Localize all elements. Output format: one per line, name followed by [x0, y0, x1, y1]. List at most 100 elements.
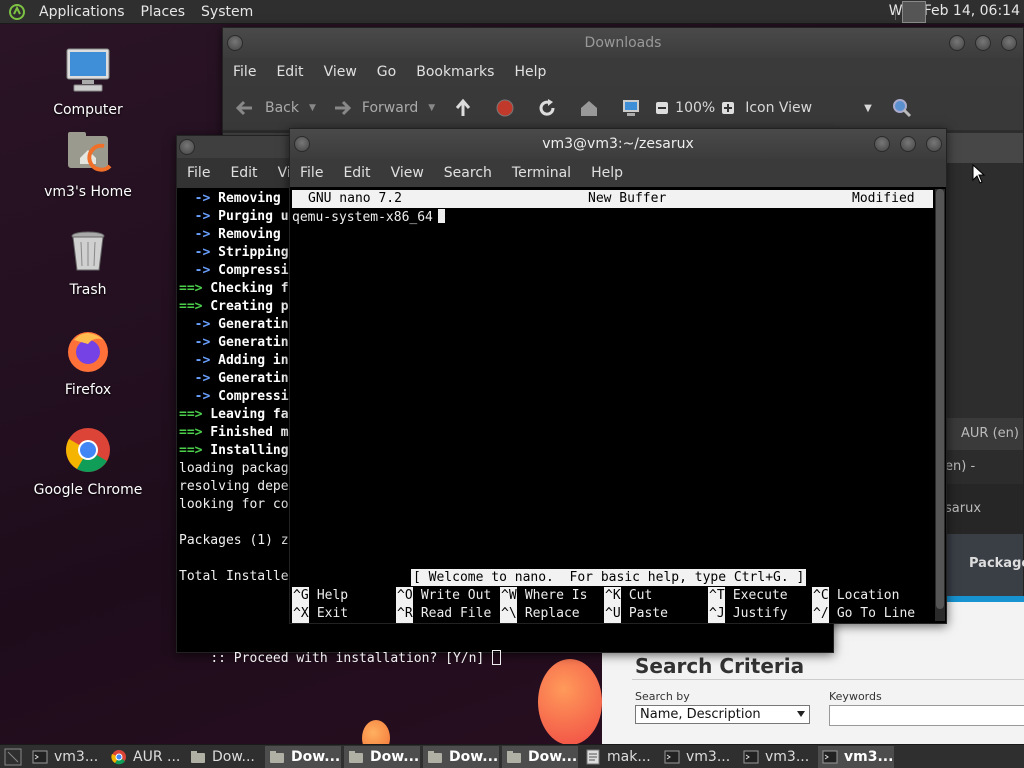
forward-button[interactable]: Forward ▼: [332, 98, 435, 118]
keywords-label: Keywords: [829, 690, 882, 703]
desktop-icon-computer[interactable]: Computer: [28, 46, 148, 118]
nano-editor-line[interactable]: qemu-system-x86_64: [292, 209, 445, 225]
downloads-titlebar[interactable]: Downloads: [223, 28, 1023, 58]
folder-icon: [191, 750, 205, 763]
search-by-select[interactable]: Name, Description: [635, 705, 810, 724]
chrome-icon: [111, 749, 126, 764]
shortcut-key: ^G: [292, 587, 309, 605]
computer-icon[interactable]: [621, 98, 641, 118]
desktop-icon-trash[interactable]: Trash: [28, 226, 148, 298]
taskbar-button-label: AUR ...: [133, 748, 181, 765]
close-button[interactable]: [1001, 35, 1017, 51]
terminal-line-text: Packages (1) z: [179, 533, 289, 548]
folder-icon: [428, 750, 442, 763]
workspace-handle-icon[interactable]: [4, 748, 22, 766]
terminal-line-prefix: ->: [179, 245, 211, 260]
taskbar-button[interactable]: Dow...: [502, 745, 578, 768]
search-by-label: Search by: [635, 690, 690, 703]
taskbar-button[interactable]: Dow...: [186, 746, 262, 768]
view-mode-select[interactable]: Icon View: [745, 100, 812, 116]
top-panel: Applications Places System Wed Feb 14, 0…: [0, 0, 1024, 24]
menu-file[interactable]: File: [290, 165, 333, 181]
reload-icon[interactable]: [537, 98, 557, 118]
menu-edit[interactable]: Edit: [220, 165, 267, 181]
zoom-out-icon[interactable]: [655, 101, 669, 115]
forward-history-dropdown-icon[interactable]: ▼: [428, 103, 435, 113]
keywords-input[interactable]: [829, 705, 1024, 726]
menu-view[interactable]: View: [381, 165, 434, 181]
stop-icon[interactable]: [495, 98, 515, 118]
aur-nav-packages[interactable]: Packages: [969, 556, 1024, 571]
places-menu[interactable]: Places: [133, 4, 194, 20]
zoom-in-icon[interactable]: [721, 101, 735, 115]
window-menu-button[interactable]: [227, 35, 243, 51]
menu-go[interactable]: Go: [367, 64, 406, 80]
taskbar-button[interactable]: vm3...: [818, 745, 894, 768]
menu-view[interactable]: View: [314, 64, 367, 80]
system-menu[interactable]: System: [193, 4, 261, 20]
desktop-icon-home[interactable]: vm3's Home: [28, 128, 148, 200]
close-button[interactable]: [926, 136, 942, 152]
window-menu-button[interactable]: [179, 139, 195, 155]
terminal-line-text: looking for co: [179, 497, 289, 512]
menu-help[interactable]: Help: [581, 165, 633, 181]
nano-titlebar[interactable]: vm3@vm3:~/zesarux: [290, 129, 946, 159]
taskbar-button[interactable]: Dow...: [265, 745, 341, 768]
minimize-button[interactable]: [949, 35, 965, 51]
shortcut-label: Execute: [732, 588, 788, 603]
terminal-icon: [743, 750, 759, 763]
taskbar-button[interactable]: vm3...: [28, 746, 104, 768]
maximize-button[interactable]: [975, 35, 991, 51]
minimize-button[interactable]: [874, 136, 890, 152]
window-menu-button[interactable]: [294, 136, 310, 152]
scrollbar-thumb[interactable]: [936, 189, 944, 609]
desktop-icon-firefox[interactable]: Firefox: [28, 326, 148, 398]
home-icon[interactable]: [579, 98, 599, 118]
nano-version: GNU nano 7.2: [308, 191, 402, 206]
taskbar-button[interactable]: vm3...: [739, 746, 815, 768]
maximize-button[interactable]: [900, 136, 916, 152]
search-icon[interactable]: [892, 98, 912, 118]
browser-bookmark-fragment[interactable]: sarux: [945, 484, 981, 534]
menu-edit[interactable]: Edit: [333, 165, 380, 181]
back-history-dropdown-icon[interactable]: ▼: [309, 103, 316, 113]
terminal-line-prefix: ==>: [179, 443, 203, 458]
chevron-down-icon: [797, 711, 805, 717]
menu-help[interactable]: Help: [504, 64, 556, 80]
home-folder-icon: [68, 132, 112, 172]
menu-terminal[interactable]: Terminal: [502, 165, 581, 181]
taskbar-button[interactable]: Dow...: [344, 745, 420, 768]
terminal-line-text: Total Installe: [179, 569, 289, 584]
buffer-text: qemu-system-x86_64: [292, 210, 433, 225]
view-mode-dropdown-icon[interactable]: ▼: [864, 103, 872, 114]
menu-file[interactable]: File: [223, 64, 266, 80]
forward-label: Forward: [361, 100, 419, 116]
terminal-line-text: Installing: [202, 443, 289, 458]
menu-search[interactable]: Search: [434, 165, 502, 181]
desktop-icon-chrome[interactable]: Google Chrome: [28, 426, 148, 498]
nano-header-bar: GNU nano 7.2 New Buffer Modified: [292, 190, 933, 208]
terminal-icon: [32, 750, 48, 763]
wallpaper-blob-small: [362, 720, 390, 744]
mate-logo-icon[interactable]: [9, 3, 25, 20]
terminal-line-text: Generatin: [210, 371, 289, 386]
terminal-line-prefix: ->: [179, 371, 211, 386]
taskbar-button-label: Dow...: [212, 748, 255, 765]
shortcut-label: Paste: [628, 606, 668, 621]
install-prompt[interactable]: :: Proceed with installation? [Y/n]: [177, 632, 503, 686]
taskbar-button[interactable]: Dow...: [423, 745, 499, 768]
up-arrow-icon[interactable]: [453, 98, 473, 118]
back-button[interactable]: Back ▼: [235, 98, 316, 118]
menu-bookmarks[interactable]: Bookmarks: [406, 64, 504, 80]
menu-file[interactable]: File: [177, 165, 220, 181]
taskbar-button[interactable]: AUR ...: [107, 746, 183, 768]
script-icon: [586, 749, 600, 764]
taskbar-button[interactable]: mak...: [581, 746, 657, 768]
applications-menu[interactable]: Applications: [31, 4, 133, 20]
menu-edit[interactable]: Edit: [266, 64, 313, 80]
taskbar-button[interactable]: vm3...: [660, 746, 736, 768]
prompt-text: :: Proceed with installation? [Y/n]: [210, 651, 493, 666]
terminal-scrollbar[interactable]: [935, 189, 945, 621]
workspace-switcher[interactable]: [902, 1, 926, 23]
search-by-value: Name, Description: [640, 707, 761, 722]
